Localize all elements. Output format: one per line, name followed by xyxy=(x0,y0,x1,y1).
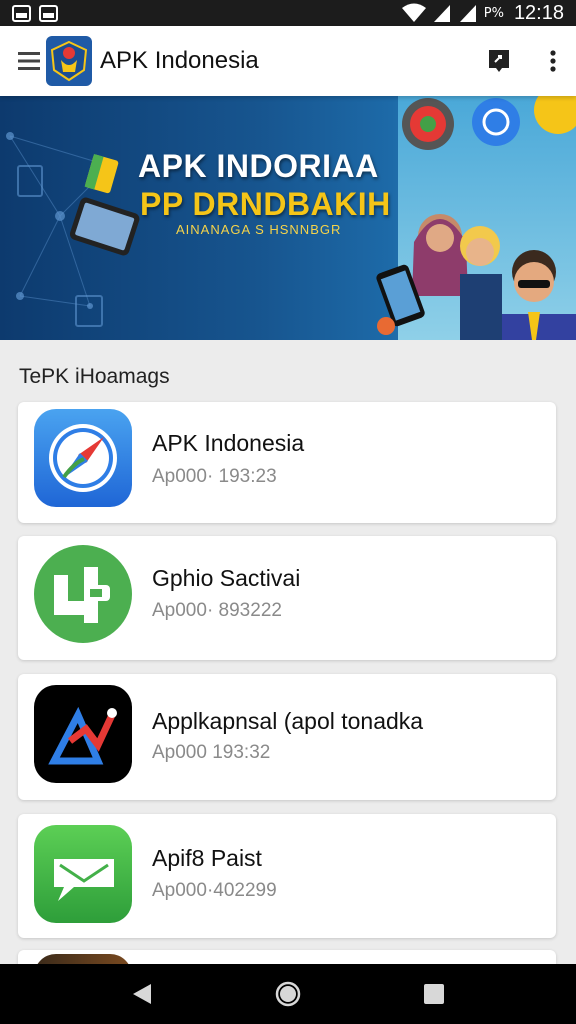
wifi-icon xyxy=(401,3,426,22)
more-vert-icon xyxy=(550,50,556,72)
app-bar: APK Indonesia xyxy=(0,26,576,96)
app-list-item[interactable]: APK Indonesia Ap000· 193:23 xyxy=(18,402,556,523)
app-meta: Ap000· 193:23 xyxy=(152,466,277,487)
back-icon[interactable] xyxy=(131,982,153,1006)
share-icon xyxy=(489,50,509,72)
menu-button[interactable] xyxy=(0,26,46,96)
hand-phone-illustration xyxy=(376,264,425,335)
more-options-button[interactable] xyxy=(530,26,576,96)
navigation-bar xyxy=(0,964,576,1024)
message-app-icon xyxy=(34,825,132,923)
app-name: APK Indonesia xyxy=(152,430,305,456)
banner-title-line1: APK INDORIAA xyxy=(138,148,379,184)
status-right: P% 12:18 xyxy=(401,1,564,25)
app-list-item[interactable]: Apif8 Paist Ap000·402299 xyxy=(18,814,556,938)
battery-text: P% xyxy=(483,5,504,21)
section-title: TePK iHoamags xyxy=(19,365,170,388)
recents-icon[interactable] xyxy=(423,983,445,1005)
app-logo-icon xyxy=(46,36,92,86)
signal-2-icon xyxy=(459,5,476,22)
app-name: Applkapnsal (apol tonadka xyxy=(152,708,424,734)
green-plus-app-icon xyxy=(34,545,132,643)
promo-banner[interactable]: APK INDORIAA PP DRNDBAKIH AINANAGA S HSN… xyxy=(0,96,576,340)
app-name: Apif8 Paist xyxy=(152,845,262,871)
home-icon[interactable] xyxy=(274,980,302,1008)
app-list-item[interactable]: Gphio Sactivai Ap000· 893222 xyxy=(18,536,556,660)
app-meta: Ap000· 893222 xyxy=(152,600,282,621)
notification-image-icon xyxy=(39,4,58,22)
triangle-app-icon xyxy=(34,685,132,783)
status-bar: P% 12:18 xyxy=(0,0,576,26)
status-left xyxy=(12,4,58,22)
banner-title-line2: PP DRNDBAKIH xyxy=(140,186,391,222)
notification-icon xyxy=(12,4,31,22)
app-name: Gphio Sactivai xyxy=(152,565,301,591)
compass-icon xyxy=(34,409,132,507)
app-title: APK Indonesia xyxy=(100,47,259,74)
signal-icon xyxy=(433,5,450,22)
app-meta: Ap000·402299 xyxy=(152,880,277,901)
app-meta: Ap000 193:32 xyxy=(152,742,271,763)
clock: 12:18 xyxy=(513,1,564,24)
banner-subtitle: AINANAGA S HSNNBGR xyxy=(176,222,342,237)
hamburger-menu-icon xyxy=(18,52,40,70)
share-button[interactable] xyxy=(468,26,530,96)
app-list-item[interactable]: Applkapnsal (apol tonadka Ap000 193:32 xyxy=(18,674,556,800)
